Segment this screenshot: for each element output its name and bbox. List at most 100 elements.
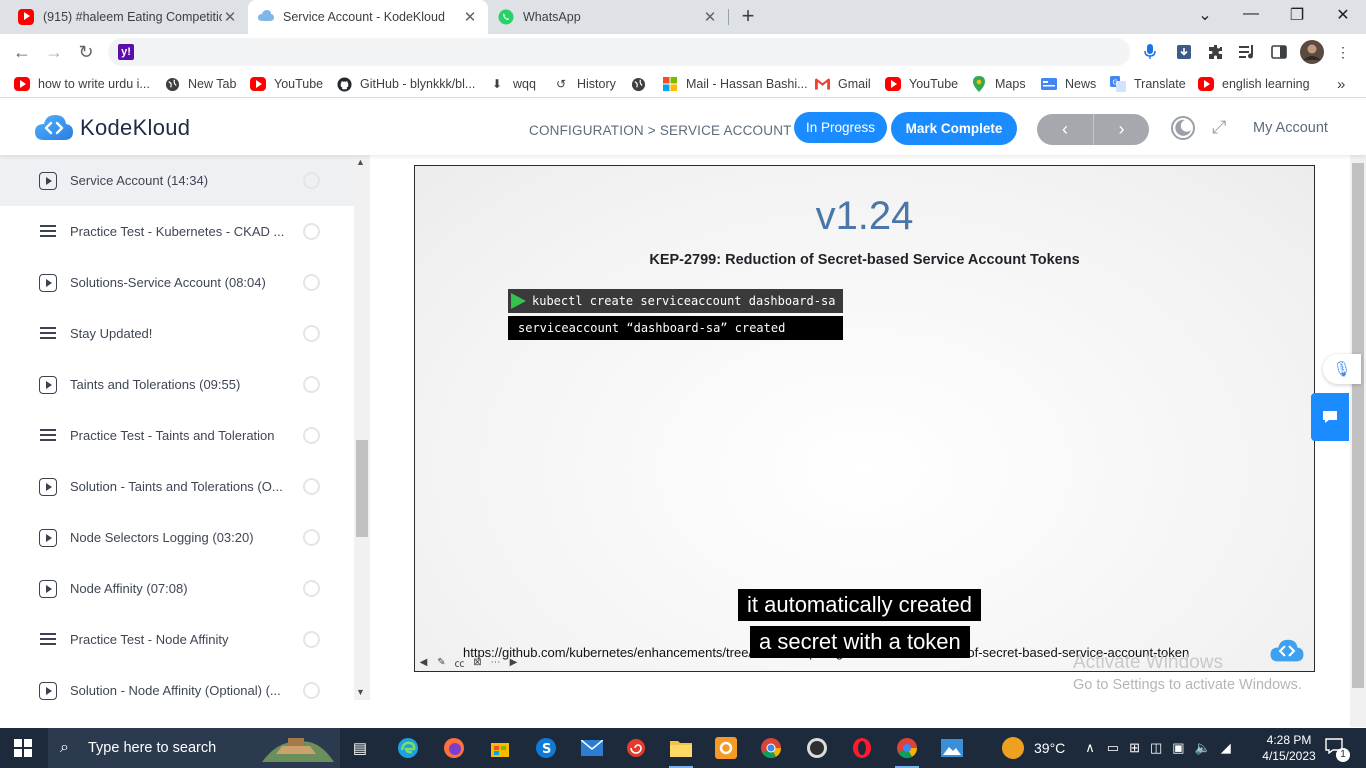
- scrollbar-thumb[interactable]: [1352, 163, 1364, 688]
- close-window-button[interactable]: ✕: [1328, 5, 1358, 25]
- scrollbar-thumb[interactable]: [356, 440, 368, 537]
- tab-close-button[interactable]: ✕: [222, 8, 238, 26]
- chrome-icon[interactable]: [757, 734, 785, 762]
- scroll-up-arrow-icon[interactable]: ▲: [356, 157, 365, 167]
- tab-close-button[interactable]: ✕: [702, 8, 718, 26]
- bookmark-item[interactable]: GitHub - blynkkk/bl...: [336, 76, 475, 92]
- voice-input-icon[interactable]: 🎙: [1323, 354, 1361, 384]
- completion-circle-icon[interactable]: [303, 529, 320, 546]
- lesson-item[interactable]: Solutions-Service Account (08:04): [0, 257, 354, 308]
- completion-circle-icon[interactable]: [303, 274, 320, 291]
- previous-lesson-button[interactable]: ‹: [1037, 114, 1093, 145]
- mark-complete-button[interactable]: Mark Complete: [891, 112, 1017, 145]
- lesson-item-service-account[interactable]: Service Account (14:34): [0, 155, 354, 206]
- chat-icon[interactable]: [1311, 393, 1349, 441]
- reload-button[interactable]: ↻: [74, 40, 98, 64]
- bookmark-item[interactable]: New Tab: [164, 76, 236, 92]
- video-player[interactable]: v1.24 KEP-2799: Reduction of Secret-base…: [414, 165, 1315, 672]
- dark-mode-toggle-icon[interactable]: [1170, 115, 1196, 141]
- browser-menu-icon[interactable]: ⋮: [1333, 42, 1353, 62]
- opera-icon[interactable]: [848, 734, 876, 762]
- weather-temperature[interactable]: 39°C: [1034, 740, 1065, 756]
- snail-app-icon[interactable]: [622, 734, 650, 762]
- next-lesson-button[interactable]: ›: [1093, 114, 1149, 145]
- extensions-icon[interactable]: [1206, 42, 1226, 62]
- bookmark-item[interactable]: how to write urdu i...: [14, 76, 150, 92]
- bookmark-item[interactable]: Gmail: [814, 76, 871, 92]
- fullscreen-icon[interactable]: ⤢: [1212, 117, 1226, 138]
- tab-kodekloud[interactable]: Service Account - KodeKloud ✕: [248, 0, 488, 34]
- bookmark-item[interactable]: [630, 76, 654, 92]
- bookmark-item[interactable]: Maps: [971, 76, 1026, 92]
- captions-icon[interactable]: ㏄: [453, 656, 466, 670]
- completion-circle-icon[interactable]: [303, 427, 320, 444]
- tab-search-button[interactable]: ⌄: [1190, 5, 1220, 25]
- completion-circle-icon[interactable]: [303, 580, 320, 597]
- skype-icon[interactable]: S: [532, 734, 560, 762]
- bookmark-item[interactable]: G Translate: [1110, 76, 1186, 92]
- mic-icon[interactable]: [1140, 42, 1160, 62]
- wifi-icon[interactable]: ◢: [1221, 740, 1231, 756]
- media-control-icon[interactable]: [1237, 42, 1257, 62]
- bookmark-item[interactable]: english learning: [1198, 76, 1310, 92]
- tab-whatsapp[interactable]: WhatsApp ✕: [488, 0, 728, 34]
- back-button[interactable]: ←: [10, 40, 34, 64]
- file-explorer-icon[interactable]: [667, 734, 695, 768]
- photos-icon[interactable]: [938, 734, 966, 762]
- next-slide-icon[interactable]: ▶: [507, 656, 520, 669]
- my-account-link[interactable]: My Account: [1253, 120, 1328, 136]
- completion-circle-icon[interactable]: [303, 172, 320, 189]
- pen-icon[interactable]: ✎: [435, 656, 448, 669]
- completion-circle-icon[interactable]: [303, 376, 320, 393]
- crop-icon[interactable]: ⊠: [471, 656, 484, 669]
- task-view-icon[interactable]: ▤: [346, 734, 374, 762]
- bookmarks-overflow-button[interactable]: »: [1337, 76, 1345, 93]
- bookmark-item[interactable]: YouTube: [250, 76, 323, 92]
- lesson-item[interactable]: Practice Test - Node Affinity: [0, 614, 354, 665]
- display-icon[interactable]: ▣: [1172, 740, 1184, 756]
- restore-button[interactable]: ❐: [1282, 5, 1312, 25]
- previous-slide-icon[interactable]: ◀: [417, 656, 430, 669]
- status-badge[interactable]: In Progress: [794, 112, 888, 143]
- edge-icon[interactable]: [394, 734, 422, 762]
- obs-icon[interactable]: [803, 734, 831, 762]
- minimize-button[interactable]: —: [1236, 5, 1266, 23]
- profile-avatar[interactable]: [1300, 40, 1324, 64]
- taskbar-clock[interactable]: 4:28 PM 4/15/2023: [1257, 732, 1321, 764]
- forward-button[interactable]: →: [42, 40, 66, 64]
- completion-circle-icon[interactable]: [303, 223, 320, 240]
- lesson-item[interactable]: Node Selectors Logging (03:20): [0, 512, 354, 563]
- tab-youtube[interactable]: (915) #haleem Eating Competitio ✕: [8, 0, 248, 34]
- new-tab-button[interactable]: +: [736, 5, 760, 29]
- download-extension-icon[interactable]: [1174, 42, 1194, 62]
- firefox-icon[interactable]: [440, 734, 468, 762]
- volume-icon[interactable]: 🔈: [1195, 740, 1211, 756]
- tab-close-button[interactable]: ✕: [462, 8, 478, 26]
- completion-circle-icon[interactable]: [303, 478, 320, 495]
- bookmark-item[interactable]: YouTube: [885, 76, 958, 92]
- network-icon[interactable]: ⊞: [1129, 740, 1140, 756]
- weather-icon[interactable]: [1002, 737, 1024, 759]
- lesson-item[interactable]: Solution - Node Affinity (Optional) (...: [0, 665, 354, 716]
- microsoft-store-icon[interactable]: [486, 734, 514, 762]
- meet-now-icon[interactable]: ◫: [1150, 740, 1162, 756]
- bookmark-item[interactable]: News: [1041, 76, 1096, 92]
- lesson-item[interactable]: Node Affinity (07:08): [0, 563, 354, 614]
- lesson-item[interactable]: Solution - Taints and Tolerations (O...: [0, 461, 354, 512]
- bookmark-item[interactable]: Mail - Hassan Bashi...: [662, 76, 808, 92]
- completion-circle-icon[interactable]: [303, 631, 320, 648]
- bookmark-item[interactable]: ↺ History: [553, 76, 616, 92]
- bookmark-item[interactable]: ⬇ wqq: [489, 76, 536, 92]
- sidebar-scrollbar[interactable]: [354, 155, 370, 700]
- battery-icon[interactable]: ▭: [1107, 740, 1119, 756]
- settings-gear-app-icon[interactable]: [712, 734, 740, 762]
- chrome-profile-icon[interactable]: [893, 734, 921, 768]
- completion-circle-icon[interactable]: [303, 325, 320, 342]
- page-scrollbar[interactable]: [1350, 155, 1366, 727]
- completion-circle-icon[interactable]: [303, 682, 320, 699]
- kodekloud-logo[interactable]: KodeKloud: [34, 113, 190, 143]
- address-bar[interactable]: y!: [108, 38, 1130, 66]
- lesson-item[interactable]: Stay Updated!: [0, 308, 354, 359]
- more-icon[interactable]: ⋯: [489, 656, 502, 669]
- lesson-item[interactable]: Taints and Tolerations (09:55): [0, 359, 354, 410]
